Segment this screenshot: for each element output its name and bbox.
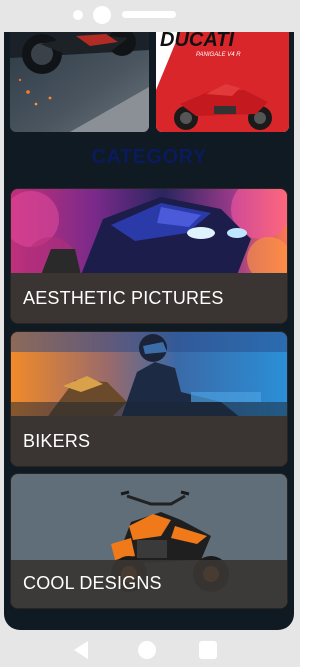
category-card-image: [11, 189, 287, 289]
category-card-bikers[interactable]: BIKERS: [10, 331, 288, 467]
phone-frame: DUCATI PANIGALE V4 R CATEGORY AESTHETIC …: [0, 0, 300, 667]
category-label: COOL DESIGNS: [23, 573, 162, 593]
category-card-image: [11, 332, 287, 418]
category-label: BIKERS: [23, 431, 91, 451]
proximity-sensor-icon: [73, 10, 83, 20]
motorcycle-night-wallpaper-icon: [10, 32, 149, 132]
front-camera-icon: [93, 6, 111, 24]
category-card-aesthetic-pictures[interactable]: AESTHETIC PICTURES: [10, 188, 288, 324]
wallpaper-thumbnail-ducati[interactable]: DUCATI PANIGALE V4 R: [156, 32, 289, 132]
section-title: CATEGORY: [91, 146, 207, 168]
category-label: AESTHETIC PICTURES: [23, 288, 224, 308]
system-navigation-bar: [0, 630, 300, 667]
recents-icon[interactable]: [199, 641, 217, 659]
top-bezel: [0, 0, 300, 32]
purple-sportbike-image-icon: [11, 189, 287, 289]
wallpaper-thumbnail-motorcycle-night[interactable]: [10, 32, 149, 132]
category-card-cool-designs[interactable]: COOL DESIGNS: [10, 473, 288, 609]
ducati-logo-text: DUCATI: [160, 32, 235, 51]
home-icon[interactable]: [138, 641, 156, 659]
panigale-model-text: PANIGALE V4 R: [196, 52, 241, 58]
biker-sunset-image-icon: [11, 332, 287, 418]
earpiece-speaker-icon: [122, 11, 176, 18]
app-screen: DUCATI PANIGALE V4 R CATEGORY AESTHETIC …: [4, 32, 294, 630]
back-icon[interactable]: [72, 640, 90, 665]
ducati-panigale-wallpaper-icon: DUCATI PANIGALE V4 R: [156, 32, 289, 132]
